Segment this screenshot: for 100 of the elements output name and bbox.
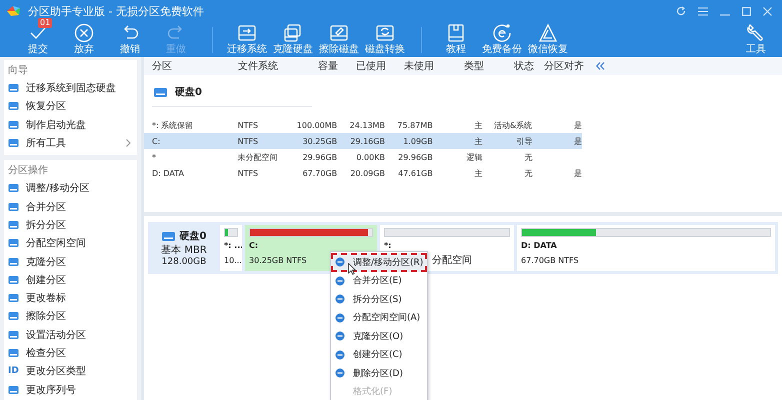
column-header[interactable]: 已使用	[338, 59, 386, 73]
menu-item[interactable]: 分配空闲空间(A)	[331, 308, 427, 327]
partition-detail: 67.70GB NTFS	[521, 256, 579, 265]
disk-eraser-icon	[329, 23, 349, 43]
table-cell: 无	[524, 168, 532, 178]
column-header[interactable]: 未使用	[386, 59, 434, 73]
table-cell: 是	[574, 136, 582, 146]
table-cell: 29.96GB	[302, 152, 338, 162]
table-cell: 47.61GB	[398, 168, 433, 178]
column-header[interactable]: 容量	[290, 59, 338, 73]
sidebar-item[interactable]: 所有工具	[8, 134, 133, 152]
table-cell: NTFS	[238, 120, 258, 130]
partition-row[interactable]: C: NTFS 30.25GB 29.16GB 1.09GB 主 引导 是	[144, 133, 582, 149]
table-cell: 29.96GB	[398, 152, 433, 162]
maximize-icon[interactable]	[742, 6, 751, 16]
disk-name: 硬盘0	[175, 86, 202, 99]
table-cell: 是	[574, 168, 582, 178]
menu-item[interactable]: 合并分区(E)	[331, 272, 427, 290]
double-chevron-icon[interactable]	[596, 62, 605, 70]
toolbar-button[interactable]: 教程	[434, 23, 478, 56]
count-badge: 01	[38, 18, 52, 28]
menu-item[interactable]: 删除分区(D)	[331, 364, 427, 382]
table-cell: 24.13MB	[350, 120, 385, 130]
menu-item[interactable]: 调整/移动分区(R)	[331, 253, 427, 272]
sidebar-item[interactable]: 拆分分区	[8, 216, 133, 234]
toolbar-button[interactable]: 微信恢复	[526, 23, 570, 56]
partition-row[interactable]: * 未分配空间 29.96GB 0.00KB 29.96GB 逻辑 无	[144, 149, 582, 165]
menu-item[interactable]: 创建分区(C)	[331, 346, 427, 364]
toolbar-button[interactable]: 免费备份	[480, 23, 524, 56]
sidebar-item[interactable]: 迁移系统到固态硬盘	[8, 79, 133, 98]
toolbar-button[interactable]: 迁移系统	[225, 23, 269, 56]
sidebar-item[interactable]: 制作启动光盘	[8, 116, 133, 134]
table-cell: 逻辑	[466, 152, 482, 162]
sidebar-item[interactable]: ID 更改分区类型	[8, 362, 133, 380]
partition-label: D: DATA	[521, 241, 557, 250]
sidebar-item[interactable]: 更改序列号	[8, 380, 133, 399]
section-heading: 分区操作	[8, 164, 49, 178]
partition-detail: 分配空间	[432, 254, 472, 267]
sidebar-item[interactable]: 调整/移动分区	[8, 179, 133, 198]
column-header[interactable]: 文件系统	[238, 59, 290, 73]
app-logo-icon	[6, 5, 22, 17]
table-cell: 是	[574, 120, 582, 130]
table-cell: 20.09GB	[350, 168, 385, 178]
id-icon: ID	[8, 366, 19, 376]
sidebar-item[interactable]: 合并分区	[8, 197, 133, 216]
table-cell: D: DATA	[152, 168, 184, 178]
sidebar-item[interactable]: 克隆分区	[8, 252, 133, 271]
triangle-logo-icon	[538, 23, 558, 43]
partition-block[interactable]: D: DATA 67.70GB NTFS	[517, 225, 775, 271]
disk-type: 基本 MBR	[161, 244, 207, 257]
toolbar-button[interactable]: 克隆硬盘	[271, 23, 315, 56]
close-icon[interactable]	[763, 6, 772, 16]
toolbar-button[interactable]: 磁盘转换	[363, 23, 407, 56]
table-cell: 75.87MB	[397, 120, 433, 130]
sidebar-item[interactable]: 擦除分区	[8, 307, 133, 326]
wrench-icon	[746, 23, 766, 43]
toolbar-button[interactable]: 擦除磁盘	[317, 23, 361, 56]
table-cell: C:	[152, 136, 160, 146]
refresh-icon[interactable]	[676, 6, 686, 16]
disk-copy-icon	[283, 23, 303, 43]
menu-item[interactable]: 拆分分区(S)	[331, 290, 427, 308]
sidebar-item[interactable]: 设置活动分区	[8, 326, 133, 344]
table-cell: 未分配空间	[238, 152, 278, 162]
sidebar-item[interactable]: 更改卷标	[8, 288, 133, 308]
table-cell: 引导	[516, 136, 532, 146]
sidebar-item[interactable]: 分配空闲空间	[8, 234, 133, 252]
table-cell: 29.16GB	[350, 136, 385, 146]
sidebar-item[interactable]: 创建分区	[8, 270, 133, 289]
disk-sync-icon	[375, 23, 395, 43]
table-cell: 主	[474, 120, 482, 130]
disk-name: 硬盘0	[180, 230, 206, 243]
sidebar-item[interactable]: 检查分区	[8, 344, 133, 362]
column-header[interactable]: 分区	[152, 59, 238, 73]
table-cell: 无	[524, 152, 532, 162]
book-icon	[446, 23, 466, 43]
partition-row[interactable]: D: DATA NTFS 67.70GB 20.09GB 47.61GB 主 无 是	[144, 165, 582, 181]
window-title: 分区助手专业版 - 无损分区免费软件	[28, 4, 204, 18]
menu-item[interactable]: 克隆分区(O)	[331, 327, 427, 346]
column-header[interactable]: 类型	[434, 59, 484, 73]
column-header[interactable]: 分区对齐	[534, 59, 584, 73]
table-cell: 主	[474, 136, 482, 146]
table-cell: NTFS	[238, 168, 258, 178]
partition-row[interactable]: *: 系统保留 NTFS 100.00MB 24.13MB 75.87MB 主 活动&系统 是	[144, 117, 582, 133]
menu-icon[interactable]	[698, 6, 708, 16]
table-cell: *: 系统保留	[152, 120, 194, 130]
partition-label: C:	[249, 241, 258, 250]
toolbar-button[interactable]: 放弃	[62, 23, 106, 56]
table-cell: 主	[474, 168, 482, 178]
table-cell: 1.09GB	[403, 136, 433, 146]
table-cell: 100.00MB	[296, 120, 338, 130]
sidebar-item[interactable]: 恢复分区	[8, 97, 133, 116]
disk-size: 128.00GB	[162, 257, 206, 267]
partition-label: *:	[384, 241, 392, 250]
toolbar-button[interactable]: 撤销	[108, 23, 152, 56]
section-heading: 向导	[8, 64, 29, 78]
table-cell: NTFS	[238, 136, 258, 146]
table-cell: 30.25GB	[302, 136, 338, 146]
column-header[interactable]: 状态	[484, 59, 534, 73]
close-circle-icon	[74, 23, 94, 43]
tools-button[interactable]: 工具	[734, 23, 778, 56]
